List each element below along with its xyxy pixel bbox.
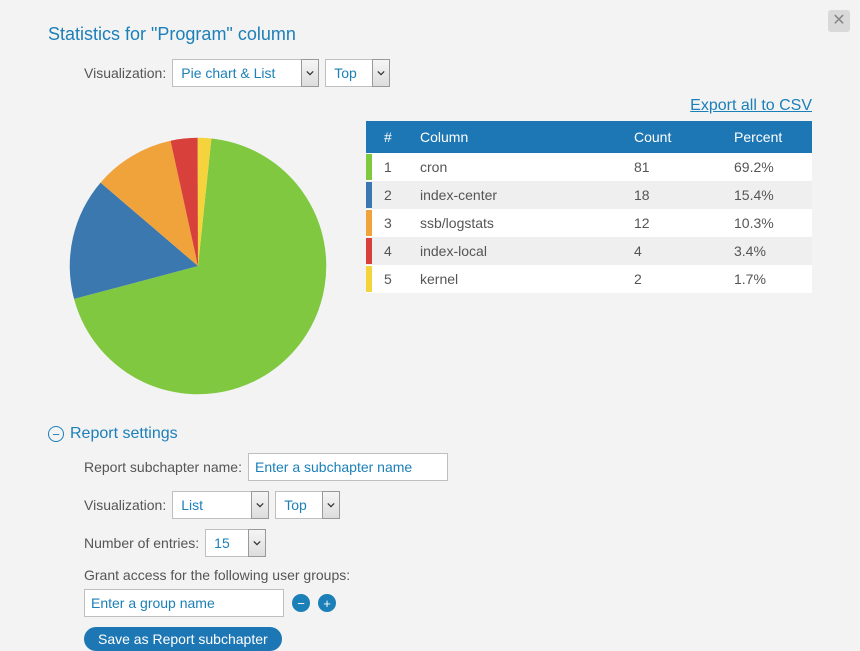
cell-percent: 69.2% — [722, 153, 812, 181]
cell-percent: 3.4% — [722, 237, 812, 265]
subchapter-name-input[interactable] — [248, 453, 448, 481]
cell-percent: 1.7% — [722, 265, 812, 293]
group-name-input[interactable] — [84, 589, 284, 617]
table-row: 2index-center1815.4% — [366, 181, 812, 209]
cell-count: 4 — [622, 237, 722, 265]
add-group-button[interactable]: + — [318, 594, 336, 612]
col-index: # — [372, 121, 408, 153]
visualization-label: Visualization: — [84, 65, 166, 81]
cell-index: 2 — [372, 181, 408, 209]
minus-icon: − — [297, 596, 305, 611]
chevron-down-icon[interactable] — [248, 529, 266, 557]
cell-name: index-local — [408, 237, 622, 265]
table-row: 3ssb/logstats1210.3% — [366, 209, 812, 237]
table-row: 5kernel21.7% — [366, 265, 812, 293]
cell-name: kernel — [408, 265, 622, 293]
chevron-down-icon[interactable] — [301, 59, 319, 87]
save-subchapter-button[interactable]: Save as Report subchapter — [84, 627, 282, 651]
cell-index: 5 — [372, 265, 408, 293]
stats-table: # Column Count Percent 1cron8169.2%2inde… — [366, 121, 812, 293]
visualization-direction-select[interactable]: Top — [325, 59, 373, 87]
entries-select[interactable]: 15 — [205, 529, 249, 557]
cell-count: 81 — [622, 153, 722, 181]
chevron-down-icon[interactable] — [251, 491, 269, 519]
cell-count: 2 — [622, 265, 722, 293]
remove-group-button[interactable]: − — [292, 594, 310, 612]
close-button[interactable]: ✕ — [828, 10, 850, 32]
page-title: Statistics for "Program" column — [48, 24, 812, 45]
cell-index: 1 — [372, 153, 408, 181]
visualization-type-select[interactable]: Pie chart & List — [172, 59, 302, 87]
table-row: 1cron8169.2% — [366, 153, 812, 181]
cell-percent: 15.4% — [722, 181, 812, 209]
col-percent: Percent — [722, 121, 812, 153]
report-settings-toggle[interactable]: − Report settings — [48, 425, 812, 443]
cell-name: cron — [408, 153, 622, 181]
chevron-down-icon[interactable] — [322, 491, 340, 519]
report-vis-direction-select[interactable]: Top — [275, 491, 323, 519]
cell-index: 3 — [372, 209, 408, 237]
report-visualization-label: Visualization: — [84, 497, 166, 513]
report-vis-type-select[interactable]: List — [172, 491, 252, 519]
col-count: Count — [622, 121, 722, 153]
cell-name: ssb/logstats — [408, 209, 622, 237]
col-column: Column — [408, 121, 622, 153]
close-icon: ✕ — [832, 13, 845, 29]
cell-percent: 10.3% — [722, 209, 812, 237]
export-csv-link[interactable]: Export all to CSV — [690, 97, 812, 114]
entries-label: Number of entries: — [84, 535, 199, 551]
cell-index: 4 — [372, 237, 408, 265]
report-settings-heading: Report settings — [70, 425, 178, 443]
groups-label: Grant access for the following user grou… — [84, 567, 350, 583]
subchapter-name-label: Report subchapter name: — [84, 459, 242, 475]
table-row: 4index-local43.4% — [366, 237, 812, 265]
cell-count: 18 — [622, 181, 722, 209]
cell-count: 12 — [622, 209, 722, 237]
collapse-icon: − — [48, 426, 64, 442]
chevron-down-icon[interactable] — [372, 59, 390, 87]
plus-icon: + — [323, 596, 331, 611]
cell-name: index-center — [408, 181, 622, 209]
pie-chart — [63, 131, 333, 401]
